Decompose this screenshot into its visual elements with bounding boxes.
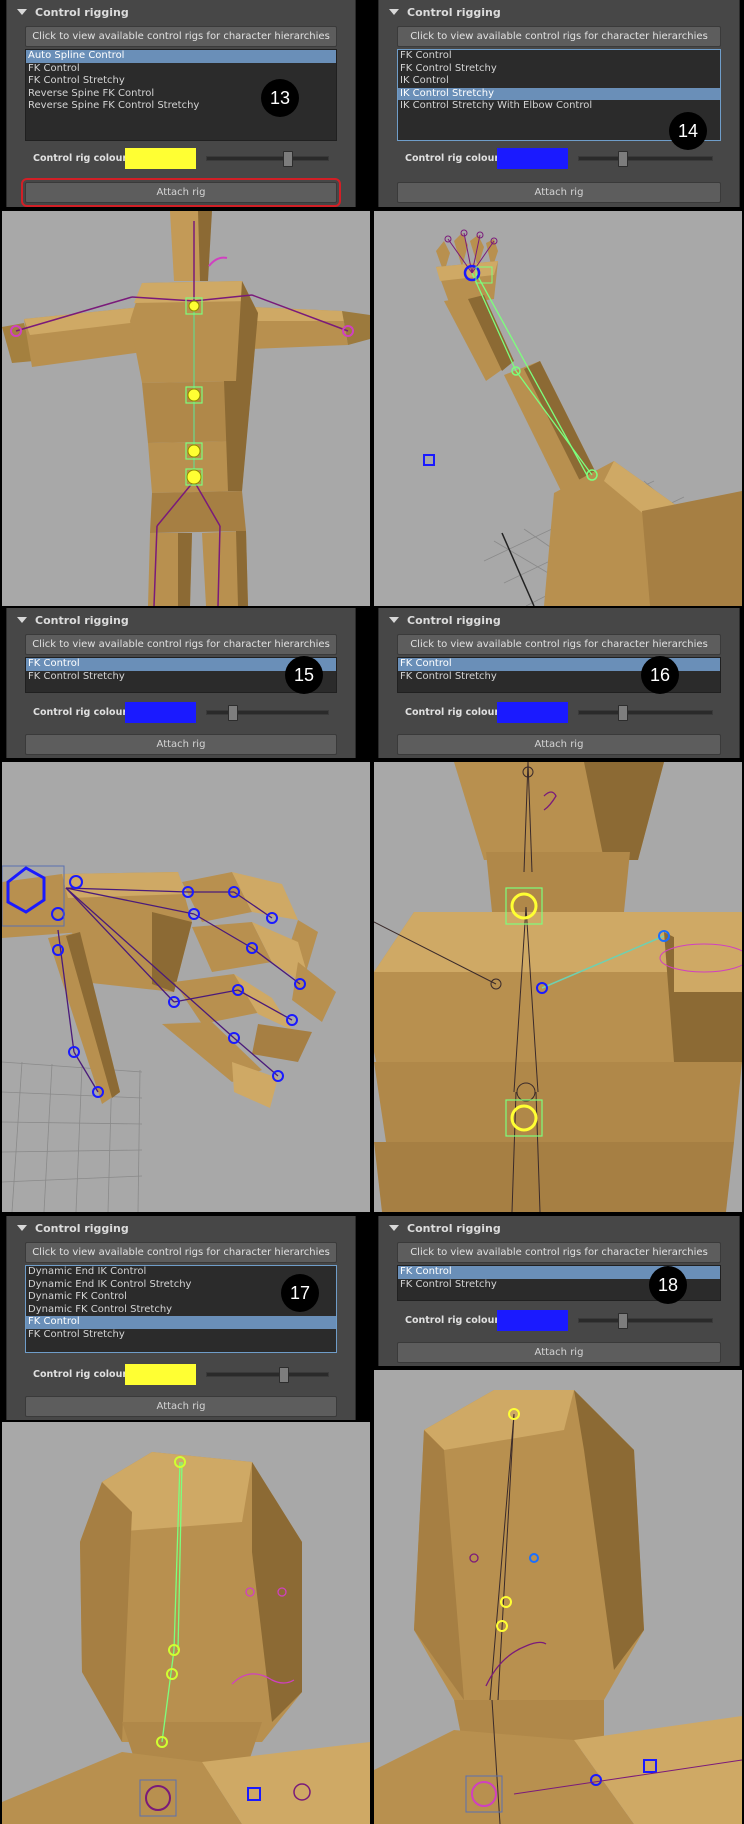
colour-swatch[interactable] [497, 701, 568, 723]
collapse-triangle-icon[interactable] [17, 1225, 27, 1231]
rig-list-item[interactable]: Auto Spline Control [26, 50, 336, 63]
viewport-chest-closeup[interactable] [374, 762, 742, 1212]
rig-list-item[interactable]: FK Control [26, 1316, 336, 1329]
colour-slider[interactable] [578, 1312, 713, 1329]
viewport-head-neck[interactable] [2, 1422, 370, 1824]
attach-rig-button[interactable]: Attach rig [25, 1396, 337, 1417]
colour-slider[interactable] [578, 150, 713, 167]
viewport-head-neck-blue[interactable] [374, 1370, 742, 1824]
attach-rig-button[interactable]: Attach rig [397, 1342, 721, 1363]
collapse-triangle-icon[interactable] [17, 9, 27, 15]
torso-scene [2, 211, 370, 606]
panel-header[interactable]: Control rigging [7, 608, 355, 632]
panel-header[interactable]: Control rigging [7, 0, 355, 24]
slider-handle[interactable] [279, 1366, 290, 1383]
step-badge: 18 [649, 1266, 687, 1304]
control-rigging-panel-14: Control rigging Click to view available … [378, 0, 740, 207]
colour-swatch[interactable] [497, 147, 568, 169]
view-rigs-button[interactable]: Click to view available control rigs for… [25, 26, 337, 47]
panel-header[interactable]: Control rigging [379, 1216, 739, 1240]
panel-title: Control rigging [35, 5, 129, 19]
colour-row: Control rig colour [397, 1308, 721, 1332]
colour-label: Control rig colour [33, 1368, 128, 1380]
colour-row: Control rig colour [25, 700, 337, 724]
collapse-triangle-icon[interactable] [389, 9, 399, 15]
viewport-torso-front[interactable] [2, 211, 370, 606]
colour-slider[interactable] [578, 704, 713, 721]
colour-slider[interactable] [206, 704, 329, 721]
control-rigging-panel-16: Control rigging Click to view available … [378, 608, 740, 758]
colour-swatch[interactable] [125, 1363, 196, 1385]
step-badge: 17 [281, 1274, 319, 1312]
colour-row: Control rig colour [397, 146, 721, 170]
colour-label: Control rig colour [405, 152, 500, 164]
step-badge: 16 [641, 656, 679, 694]
slider-handle[interactable] [617, 704, 628, 721]
rig-list-item[interactable]: FK Control Stretchy [398, 63, 720, 76]
panel-title: Control rigging [407, 1221, 501, 1235]
chest-scene [374, 762, 742, 1212]
slider-handle[interactable] [282, 150, 293, 167]
step-badge: 14 [669, 112, 707, 150]
view-rigs-button[interactable]: Click to view available control rigs for… [25, 634, 337, 655]
attach-rig-button[interactable]: Attach rig [397, 734, 721, 755]
rig-list-item[interactable]: IK Control Stretchy [398, 87, 720, 100]
head-blue-scene [374, 1390, 742, 1824]
panel-header[interactable]: Control rigging [379, 608, 739, 632]
collapse-triangle-icon[interactable] [17, 617, 27, 623]
view-rigs-button[interactable]: Click to view available control rigs for… [25, 1242, 337, 1263]
rig-list-item[interactable]: FK Control Stretchy [26, 1329, 336, 1342]
view-rigs-button[interactable]: Click to view available control rigs for… [397, 1242, 721, 1263]
viewport-hand-fingers[interactable] [2, 762, 370, 1212]
rig-list-item[interactable]: FK Control [26, 63, 336, 76]
rig-list-item[interactable]: FK Control [398, 50, 720, 63]
hand-scene [2, 865, 336, 1212]
panel-header[interactable]: Control rigging [7, 1216, 355, 1240]
view-rigs-button[interactable]: Click to view available control rigs for… [397, 26, 721, 47]
attach-rig-button[interactable]: Attach rig [397, 182, 721, 203]
control-rigging-panel-18: Control rigging Click to view available … [378, 1216, 740, 1366]
attach-rig-button[interactable]: Attach rig [25, 734, 337, 755]
colour-slider[interactable] [206, 150, 329, 167]
control-rigging-panel-15: Control rigging Click to view available … [6, 608, 356, 758]
view-rigs-button[interactable]: Click to view available control rigs for… [397, 634, 721, 655]
collapse-triangle-icon[interactable] [389, 617, 399, 623]
control-rigging-panel-13: Control rigging Click to view available … [6, 0, 356, 207]
rig-list-item[interactable]: IK Control Stretchy With Elbow Control [398, 100, 720, 113]
colour-slider[interactable] [206, 1366, 329, 1383]
colour-swatch[interactable] [125, 701, 196, 723]
step-badge: 15 [285, 656, 323, 694]
colour-label: Control rig colour [33, 706, 128, 718]
colour-label: Control rig colour [33, 152, 128, 164]
panel-title: Control rigging [35, 613, 129, 627]
panel-title: Control rigging [407, 5, 501, 19]
panel-header[interactable]: Control rigging [379, 0, 739, 24]
control-rigging-panel-17: Control rigging Click to view available … [6, 1216, 356, 1420]
colour-row: Control rig colour [25, 146, 337, 170]
colour-swatch[interactable] [497, 1309, 568, 1331]
attach-rig-button[interactable]: Attach rig [21, 178, 341, 207]
slider-handle[interactable] [617, 1312, 628, 1329]
colour-row: Control rig colour [25, 1362, 337, 1386]
panel-title: Control rigging [35, 1221, 129, 1235]
slider-handle[interactable] [228, 704, 239, 721]
rig-list-item[interactable]: IK Control [398, 75, 720, 88]
colour-label: Control rig colour [405, 1314, 500, 1326]
step-badge: 13 [261, 79, 299, 117]
collapse-triangle-icon[interactable] [389, 1225, 399, 1231]
slider-handle[interactable] [617, 150, 628, 167]
panel-title: Control rigging [407, 613, 501, 627]
colour-label: Control rig colour [405, 706, 500, 718]
viewport-arm-ik[interactable] [374, 211, 742, 606]
colour-swatch[interactable] [125, 147, 196, 169]
colour-row: Control rig colour [397, 700, 721, 724]
arm-scene [423, 229, 742, 606]
head-scene [2, 1452, 370, 1824]
